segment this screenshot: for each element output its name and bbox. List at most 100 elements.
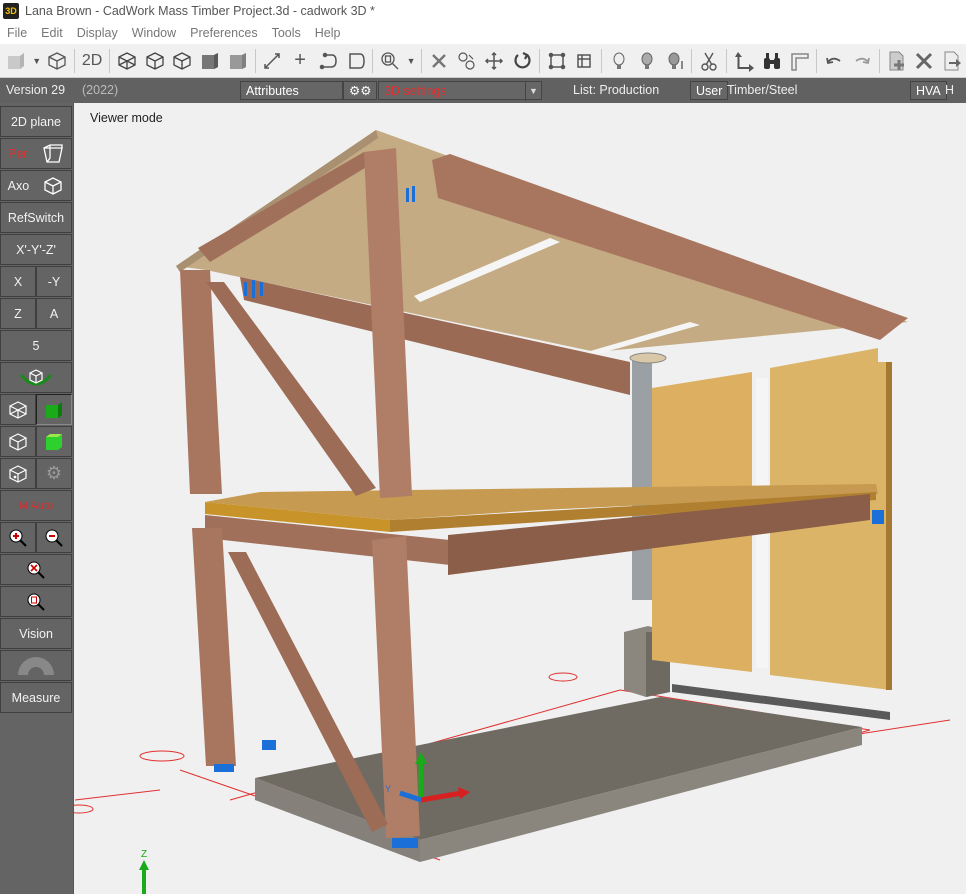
hidden-dashed-button[interactable]	[168, 46, 196, 76]
view-x-button[interactable]: X	[0, 266, 36, 297]
shaded-view-button[interactable]	[196, 46, 224, 76]
axis-z-label: Z	[141, 849, 148, 860]
menu-tools[interactable]: Tools	[265, 26, 308, 40]
rectangle-rotate-button[interactable]	[342, 46, 370, 76]
undo-button[interactable]	[820, 46, 848, 76]
frame-select-button[interactable]	[543, 46, 571, 76]
move-arrows-button[interactable]	[480, 46, 508, 76]
menu-help[interactable]: Help	[308, 26, 348, 40]
attributes-display-button[interactable]: Attributes display	[240, 81, 343, 117]
rendered-view-button[interactable]	[224, 46, 252, 76]
perspective-button[interactable]: Per	[0, 138, 72, 169]
axonometric-button[interactable]: Axo	[0, 170, 72, 201]
light-info-button[interactable]	[661, 46, 689, 76]
3d-settings-dropdown[interactable]: 3D settings ▼	[378, 81, 542, 101]
view-neg-y-button[interactable]: -Y	[36, 266, 72, 297]
window-title: Lana Brown - CadWork Mass Timber Project…	[25, 4, 375, 18]
dotted-cube-icon	[9, 464, 27, 483]
green-cube-shaded-icon	[46, 433, 62, 450]
solid-cube-button[interactable]	[2, 46, 30, 76]
green-cube-icon	[46, 401, 62, 418]
light-dim-button[interactable]	[633, 46, 661, 76]
solid-cube-icon	[7, 52, 24, 69]
measure-button[interactable]: Measure	[0, 682, 72, 713]
redo-button[interactable]	[848, 46, 876, 76]
hidden-mode-button[interactable]	[0, 426, 36, 457]
rotate-axis-button[interactable]	[314, 46, 342, 76]
tools-button[interactable]	[910, 46, 938, 76]
scissors-icon	[701, 52, 717, 71]
export-document-icon	[944, 51, 961, 70]
zoom-in-button[interactable]	[0, 522, 36, 553]
wireframe-cube-button[interactable]	[44, 46, 72, 76]
h-label: H	[945, 83, 955, 97]
status-bar: Version 29 (2022) Attributes display ⚙⚙ …	[0, 78, 966, 117]
hidden-line-icon	[145, 51, 164, 70]
hidden-line-button[interactable]	[141, 46, 169, 76]
measure-diagonal-button[interactable]	[259, 46, 287, 76]
view-a-button[interactable]: A	[36, 298, 72, 329]
axes-button[interactable]	[730, 46, 758, 76]
hva-button[interactable]: HVA	[910, 81, 947, 100]
settings-button[interactable]: ⚙⚙	[343, 81, 377, 100]
user-button[interactable]: User	[690, 81, 729, 100]
frame-nodes-button[interactable]	[571, 46, 599, 76]
wireframe-view-button[interactable]	[113, 46, 141, 76]
wireframe-mode-button[interactable]	[0, 394, 36, 425]
refswitch-button[interactable]: RefSwitch	[0, 202, 72, 233]
3d-viewport[interactable]: Viewer mode Z Y	[74, 103, 966, 894]
delete-button[interactable]	[425, 46, 453, 76]
3d-settings-value: 3D settings	[384, 84, 447, 98]
export-document-button[interactable]	[938, 46, 966, 76]
ruler-corner-icon	[791, 52, 810, 71]
zoom-dropdown-button[interactable]: ▼	[404, 46, 418, 76]
find-button[interactable]	[758, 46, 786, 76]
wireframe-cube-icon	[48, 51, 67, 70]
view-5-button[interactable]: 5	[0, 330, 72, 361]
menu-edit[interactable]: Edit	[34, 26, 70, 40]
add-point-button[interactable]: +	[286, 46, 314, 76]
rotate-axis-icon	[319, 52, 337, 69]
zoom-document-button[interactable]	[376, 46, 404, 76]
light-on-button[interactable]	[605, 46, 633, 76]
gears-icon: ⚙⚙	[349, 84, 372, 98]
vision-button[interactable]: Vision	[0, 618, 72, 649]
menu-file[interactable]: File	[0, 26, 34, 40]
version-label: Version 29	[6, 83, 66, 97]
timber-model-view	[74, 130, 951, 894]
menu-preferences[interactable]: Preferences	[183, 26, 264, 40]
view-dropdown-button[interactable]: ▼	[30, 46, 44, 76]
delete-icon	[431, 53, 446, 68]
zoom-all-button[interactable]	[0, 586, 72, 617]
green-shaded-button[interactable]	[36, 426, 72, 457]
add-document-button[interactable]	[883, 46, 911, 76]
roof-slab	[176, 130, 908, 358]
2d-plane-button[interactable]: 2D plane	[0, 106, 72, 137]
cut-button[interactable]	[695, 46, 723, 76]
gauge-button[interactable]	[0, 650, 72, 681]
cadwork-app-icon: 3D	[3, 3, 19, 19]
rotate-button[interactable]	[508, 46, 536, 76]
view-z-button[interactable]: Z	[0, 298, 36, 329]
xyz-prime-button[interactable]: X'-Y'-Z'	[0, 234, 72, 265]
m-auto-button[interactable]: M Auto	[0, 490, 72, 521]
ruler-button[interactable]	[786, 46, 814, 76]
zoom-previous-button[interactable]	[0, 554, 72, 585]
bulb-on-icon	[613, 52, 625, 69]
render-settings-button[interactable]: ⚙	[36, 458, 72, 489]
main-toolbar: ▼ 2D + ▼	[0, 44, 966, 78]
green-solid-active-button[interactable]	[36, 394, 72, 425]
select-move-button[interactable]	[453, 46, 481, 76]
2d-view-button[interactable]: 2D	[78, 46, 106, 76]
zoom-out-button[interactable]	[36, 522, 72, 553]
axes-icon	[734, 51, 754, 72]
redo-icon	[855, 57, 870, 64]
orbit-icon	[19, 368, 53, 385]
menu-display[interactable]: Display	[70, 26, 125, 40]
menu-window[interactable]: Window	[125, 26, 183, 40]
undo-icon	[826, 57, 841, 64]
dotted-mode-button[interactable]	[0, 458, 36, 489]
list-label: List: Production	[573, 83, 660, 97]
orbit-button[interactable]	[0, 362, 72, 393]
tools-icon	[916, 52, 933, 69]
